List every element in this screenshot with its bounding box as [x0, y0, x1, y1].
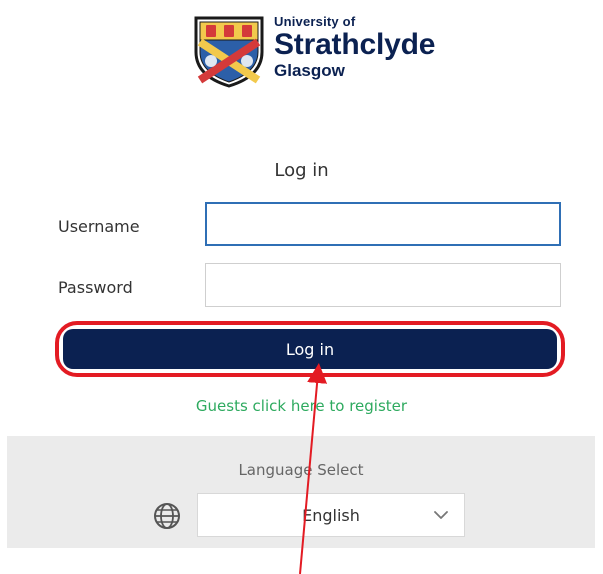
annotation-arrow-icon	[299, 363, 328, 574]
page-title: Log in	[274, 160, 329, 181]
username-input[interactable]	[205, 202, 561, 246]
wordmark-line-2: Strathclyde	[274, 28, 436, 61]
chevron-down-icon	[434, 511, 448, 519]
university-crest-icon	[194, 16, 264, 88]
username-label: Username	[58, 217, 140, 236]
globe-icon	[154, 503, 180, 529]
password-label: Password	[58, 278, 133, 297]
university-logo: University of Strathclyde Glasgow	[190, 12, 435, 90]
wordmark-line-1: University of	[274, 14, 356, 29]
wordmark-line-3: Glasgow	[274, 61, 345, 80]
university-wordmark: University of Strathclyde Glasgow	[274, 14, 435, 79]
password-input[interactable]	[205, 263, 561, 307]
